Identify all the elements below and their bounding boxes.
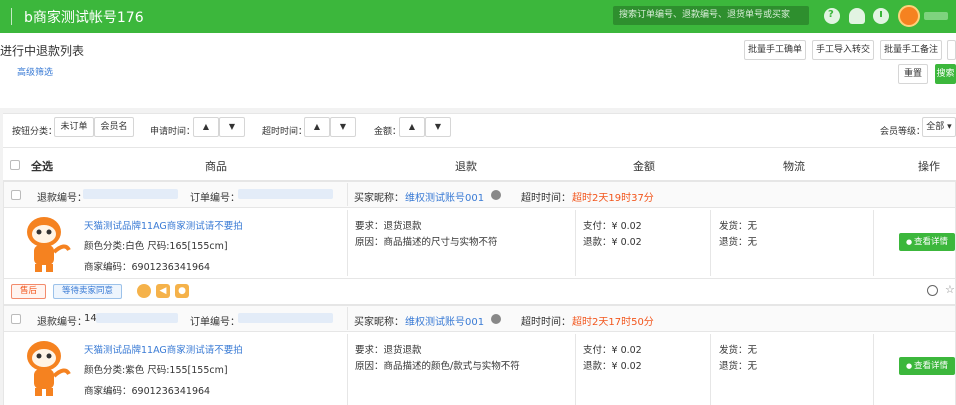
user-name-blurred[interactable] xyxy=(924,12,948,20)
member-level-label: 会员等级： xyxy=(880,127,926,137)
ship-status: 发货：无 xyxy=(719,345,758,356)
badge-triangle-icon[interactable]: ◀ xyxy=(156,284,170,298)
refund-no-value xyxy=(83,189,178,199)
divider xyxy=(873,210,874,276)
bell-icon[interactable] xyxy=(849,8,865,24)
select-all-label: 全选 xyxy=(31,160,53,173)
chat-icon[interactable] xyxy=(491,314,501,324)
apply-time-desc-button[interactable]: ▼ xyxy=(219,117,245,137)
divider xyxy=(575,210,576,276)
order-no-label: 订单编号： xyxy=(190,193,240,204)
refund-reason: 原因：商品描述的尺寸与实物不符 xyxy=(355,237,498,248)
select-all-checkbox[interactable] xyxy=(10,160,20,170)
divider xyxy=(710,334,711,405)
product-code: 商家编码：6901236341964 xyxy=(84,262,211,273)
product-image[interactable] xyxy=(17,212,75,274)
clock-icon[interactable] xyxy=(873,8,889,24)
table-header xyxy=(3,147,956,181)
divider xyxy=(873,334,874,405)
return-status: 退货：无 xyxy=(719,237,758,248)
sort-label: 按钮分类： xyxy=(12,127,58,137)
divider xyxy=(575,334,576,405)
product-image[interactable] xyxy=(17,336,75,398)
order-no-value xyxy=(238,189,333,199)
product-code: 商家编码：6901236341964 xyxy=(84,386,211,397)
member-level-select[interactable]: 全部 ▾ xyxy=(922,117,956,137)
divider xyxy=(347,334,348,405)
status-tag: 等待卖家同意 xyxy=(53,284,122,299)
refund-requirement: 要求：退货退款 xyxy=(355,345,422,356)
column-product: 商品 xyxy=(205,160,227,173)
divider xyxy=(347,210,348,276)
avatar[interactable] xyxy=(898,5,920,27)
global-search-input[interactable]: 搜索订单编号、退款编号、退货单号或买家 xyxy=(613,6,809,25)
pay-amount: 支付：¥ 0.02 xyxy=(583,345,642,356)
product-title-link[interactable]: 天猫测试品牌11AG商家测试请不要拍 xyxy=(84,342,243,356)
ship-status: 发货：无 xyxy=(719,221,758,232)
buyer-label: 买家昵称： xyxy=(354,317,404,328)
refund-requirement: 要求：退货退款 xyxy=(355,221,422,232)
timeout-label: 超时时间： xyxy=(521,317,571,328)
divider xyxy=(347,183,348,206)
product-title-link[interactable]: 天猫测试品牌11AG商家测试请不要拍 xyxy=(84,218,243,232)
order-checkbox[interactable] xyxy=(11,314,21,324)
sort-option-order[interactable]: 未订单 xyxy=(54,117,94,137)
refund-no-value xyxy=(96,313,178,323)
timeout-desc-button[interactable]: ▼ xyxy=(330,117,356,137)
amount-label: 金额： xyxy=(374,127,402,137)
apply-time-asc-button[interactable]: ▲ xyxy=(193,117,219,137)
view-detail-button[interactable]: 查看详情 xyxy=(899,233,955,251)
buyer-label: 买家昵称： xyxy=(354,193,404,204)
search-button[interactable]: 搜索 xyxy=(935,64,956,84)
help-icon[interactable] xyxy=(824,8,840,24)
filter-bar xyxy=(3,113,956,147)
advanced-filter-link[interactable]: 高级筛选 xyxy=(17,65,53,78)
product-spec: 颜色分类:紫色 尺码:155[155cm] xyxy=(84,365,228,376)
more-toolbar-button[interactable] xyxy=(947,40,956,60)
divider xyxy=(710,210,711,276)
badge-circle-icon[interactable] xyxy=(137,284,151,298)
app-title: b商家测试帐号176 xyxy=(24,10,144,26)
refund-reason: 原因：商品描述的颜色/款式与实物不符 xyxy=(355,361,520,372)
refund-amount: 退款：¥ 0.02 xyxy=(583,237,642,248)
buyer-link[interactable]: 维权测试账号001 xyxy=(405,189,484,204)
aftersale-tag: 售后 xyxy=(11,284,46,299)
star-icon[interactable]: ☆ xyxy=(945,283,955,296)
history-icon[interactable] xyxy=(927,285,938,296)
timeout-value: 超时2天17时50分 xyxy=(572,317,654,328)
column-action: 操作 xyxy=(918,160,940,173)
order-no-label: 订单编号： xyxy=(190,317,240,328)
divider xyxy=(347,307,348,330)
sort-option-member[interactable]: 会员名 xyxy=(94,117,134,137)
buyer-link[interactable]: 维权测试账号001 xyxy=(405,313,484,328)
order-checkbox[interactable] xyxy=(11,190,21,200)
badge-person-icon[interactable]: ● xyxy=(175,284,189,298)
timeout-value: 超时2天19时37分 xyxy=(572,193,654,204)
order-no-value xyxy=(238,313,333,323)
column-refund: 退款 xyxy=(455,160,477,173)
batch-confirm-button[interactable]: 批量手工确单 xyxy=(744,40,806,60)
refund-no-label: 退款编号： xyxy=(37,317,87,328)
page-title: 进行中退款列表 xyxy=(0,44,85,58)
timeout-label: 超时时间： xyxy=(521,193,571,204)
chat-icon[interactable] xyxy=(491,190,501,200)
view-detail-button[interactable]: 查看详情 xyxy=(899,357,955,375)
pay-amount: 支付：¥ 0.02 xyxy=(583,221,642,232)
product-spec: 颜色分类:白色 尺码:165[155cm] xyxy=(84,241,228,252)
column-amount: 金额 xyxy=(633,160,655,173)
timeout-label: 超时时间： xyxy=(262,127,308,137)
column-logistics: 物流 xyxy=(783,160,805,173)
reset-button[interactable]: 重置 xyxy=(898,64,928,84)
apply-time-label: 申请时间： xyxy=(150,127,196,137)
amount-desc-button[interactable]: ▼ xyxy=(425,117,451,137)
refund-no-prefix: 14 xyxy=(84,313,97,324)
return-status: 退货：无 xyxy=(719,361,758,372)
title-divider xyxy=(11,8,12,25)
amount-asc-button[interactable]: ▲ xyxy=(399,117,425,137)
timeout-asc-button[interactable]: ▲ xyxy=(304,117,330,137)
batch-remark-button[interactable]: 批量手工备注 xyxy=(880,40,942,60)
refund-amount: 退款：¥ 0.02 xyxy=(583,361,642,372)
manual-import-button[interactable]: 手工导入转交 xyxy=(812,40,874,60)
refund-no-label: 退款编号： xyxy=(37,193,87,204)
